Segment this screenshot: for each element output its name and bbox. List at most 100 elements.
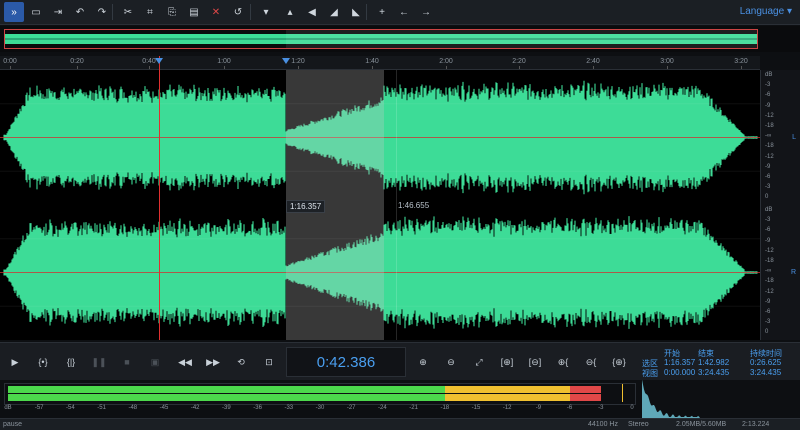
ruler-label: 2:40 [586, 58, 600, 65]
delete-icon[interactable]: ✕ [206, 2, 226, 22]
view-duration[interactable]: 3:24.435 [750, 368, 781, 377]
db-label: -9 [765, 163, 771, 170]
meter-label: dB [4, 405, 12, 411]
waveform-area[interactable]: 1:16.357 1:46.655 [0, 56, 760, 340]
skip-selection-icon[interactable]: ⊡ [260, 354, 278, 370]
meter-label: -15 [471, 405, 481, 411]
move-right-icon[interactable]: → [416, 2, 436, 22]
ruler-tick [77, 66, 78, 69]
track-length: 2:13.224 [742, 421, 770, 428]
ruler-label: 0:00 [3, 58, 17, 65]
db-label: -6 [765, 92, 771, 99]
view-end[interactable]: 3:24.435 [698, 368, 729, 377]
db-label: -18 [765, 278, 774, 285]
loop-icon[interactable]: ⟲ [232, 354, 250, 370]
ruler-tick [519, 66, 520, 69]
paste-icon[interactable]: ▤ [184, 2, 204, 22]
ruler-tick [667, 66, 668, 69]
redo-icon[interactable]: ↷ [92, 2, 112, 22]
db-label: -9 [765, 237, 771, 244]
move-left-icon[interactable]: ← [394, 2, 414, 22]
selection-end[interactable]: 1:42.982 [698, 358, 729, 367]
level-meter: dB -57 -54 -51 -48 -45 -42 -39 -36 -33 -30 -27 -24 -2… [0, 380, 640, 418]
ruler-label: 3:00 [660, 58, 674, 65]
current-time: 0:42.386 [316, 353, 376, 371]
reset-icon[interactable]: ↺ [228, 2, 248, 22]
selection-duration[interactable]: 0:26.625 [750, 358, 781, 367]
db-label: -9 [765, 298, 771, 305]
undo-icon[interactable]: ↶ [70, 2, 90, 22]
meter-label: -9 [535, 405, 542, 411]
ruler-tick [298, 66, 299, 69]
zoom-fit-icon[interactable]: ⤢ [470, 354, 488, 370]
selection-start[interactable]: 1:16.357 [664, 358, 695, 367]
zoom-selection-out-icon[interactable]: [⊖] [526, 354, 544, 370]
chevron-down-icon: ▾ [786, 6, 792, 17]
ruler-label: 2:00 [439, 58, 453, 65]
silence-icon[interactable]: ▴ [280, 2, 300, 22]
select-all-icon[interactable]: {•} [34, 354, 52, 370]
language-label[interactable]: Language [740, 6, 785, 17]
toolbar-separator [250, 4, 251, 20]
overview-view-frame[interactable] [4, 29, 758, 49]
cut-icon[interactable]: ✂ [118, 2, 138, 22]
play-state: pause [3, 421, 23, 428]
zoom-out-icon[interactable]: ⊖ [442, 354, 460, 370]
zoom-selection-in-icon[interactable]: [⊕] [498, 354, 516, 370]
ruler-label: 2:20 [512, 58, 526, 65]
fast-forward-icon[interactable]: ▶▶ [204, 354, 222, 370]
db-label: -6 [765, 227, 771, 234]
db-scale: L R dB -3 -6 -9 -12 -18 -∞ -18 -12 -9 -6 -3 0 dB -3 -6 -… [760, 70, 800, 340]
pause-icon[interactable]: ❚❚ [90, 354, 108, 370]
right-channel-label[interactable]: R [791, 269, 796, 276]
db-label: -3 [765, 82, 771, 89]
db-label: -9 [765, 102, 771, 109]
fade-in-icon[interactable]: ◢ [324, 2, 344, 22]
view-row-label: 视图 [642, 369, 658, 378]
db-label: -12 [765, 153, 774, 160]
left-channel-label[interactable]: L [792, 134, 796, 141]
zoom-left-icon[interactable]: ⊕{ [554, 354, 572, 370]
stop-icon[interactable]: ■ [118, 354, 136, 370]
open-folder-icon[interactable]: ▭ [26, 2, 46, 22]
dropdown-icon[interactable]: ▾ [256, 2, 276, 22]
meter-label: -45 [159, 405, 169, 411]
fade-out-icon[interactable]: ◣ [346, 2, 366, 22]
db-label: dB [765, 207, 773, 213]
overview-strip[interactable] [0, 26, 800, 52]
current-time-display: 0:42.386 [286, 347, 406, 377]
play-icon[interactable]: ▶ [6, 354, 24, 370]
meter-label: -51 [97, 405, 106, 411]
view-start[interactable]: 0:00.000 [664, 368, 695, 377]
ruler-label: 3:20 [734, 58, 748, 65]
collapse-panel-icon[interactable]: » [4, 2, 24, 22]
playhead[interactable] [159, 56, 160, 340]
volume-icon[interactable]: ◀ [302, 2, 322, 22]
crop-icon[interactable]: ⌗ [140, 2, 160, 22]
zoom-in-icon[interactable]: ⊕ [414, 354, 432, 370]
ruler-tick [593, 66, 594, 69]
meter-label: -39 [222, 405, 231, 411]
time-ruler[interactable]: 0:00 0:20 0:40 1:00 1:20 1:40 2:00 2:20 2:40 3:00… [0, 56, 760, 70]
selection-info-panel: 开始 结束 持续时间 选区 1:16.357 1:42.982 0:26.625… [640, 346, 800, 380]
select-range-icon[interactable]: {|} [62, 354, 80, 370]
meter-label: -18 [440, 405, 450, 411]
rewind-icon[interactable]: ◀◀ [176, 354, 194, 370]
meter-label: 0 [630, 405, 634, 411]
spectrum-curve [642, 379, 700, 418]
toolbar-separator [112, 4, 113, 20]
copy-icon[interactable]: ⎘ [162, 2, 182, 22]
language-menu[interactable]: Language ▾ [740, 6, 792, 17]
memory-usage: 2.05MB/5.60MB [676, 421, 727, 428]
ruler-tick [372, 66, 373, 69]
zoom-right-icon[interactable]: ⊖{ [582, 354, 600, 370]
export-icon[interactable]: ⇥ [48, 2, 68, 22]
hover-line [396, 70, 397, 340]
record-icon[interactable]: ▣ [146, 354, 164, 370]
ruler-tick [224, 66, 225, 69]
meter-label: -33 [284, 405, 294, 411]
add-marker-icon[interactable]: + [372, 2, 392, 22]
meter-level-bar [569, 394, 601, 401]
meter-label: -6 [566, 405, 573, 411]
zoom-all-icon[interactable]: {⊕} [610, 354, 628, 370]
